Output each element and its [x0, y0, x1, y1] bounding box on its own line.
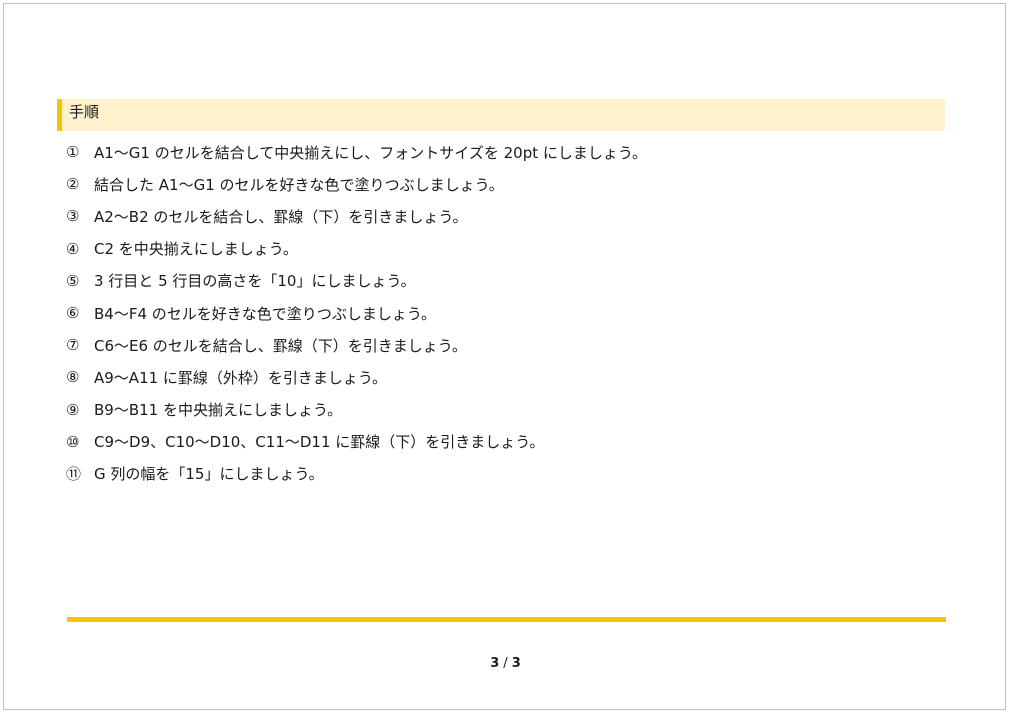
step-text: C2 を中央揃えにしましょう。 — [94, 240, 298, 259]
section-header: 手順 — [57, 99, 945, 131]
step-text: C6～E6 のセルを結合し、罫線（下）を引きましょう。 — [94, 336, 467, 355]
step-item-4: ④ C2 を中央揃えにしましょう。 — [66, 233, 647, 265]
step-number: ⑥ — [66, 304, 80, 323]
step-number: ⑩ — [66, 432, 80, 451]
step-item-1: ① A1～G1 のセルを結合して中央揃えにし、フォントサイズを 20pt にしま… — [66, 136, 647, 168]
step-item-10: ⑩ C9～D9、C10～D10、C11～D11 に罫線（下）を引きましょう。 — [66, 426, 647, 458]
page-number: 3/3 — [0, 656, 1011, 671]
step-text: 結合した A1～G1 のセルを好きな色で塗りつぶしましょう。 — [94, 175, 504, 194]
step-item-8: ⑧ A9～A11 に罫線（外枠）を引きましょう。 — [66, 361, 647, 393]
section-title: 手順 — [69, 103, 100, 121]
step-text: G 列の幅を「15」にしましょう。 — [94, 465, 324, 484]
step-number: ④ — [66, 239, 80, 258]
step-item-7: ⑦ C6～E6 のセルを結合し、罫線（下）を引きましょう。 — [66, 329, 647, 361]
page-separator: / — [503, 656, 508, 671]
step-item-5: ⑤ 3 行目と 5 行目の高さを「10」にしましょう。 — [66, 265, 647, 297]
footer-divider — [67, 617, 946, 622]
step-number: ⑧ — [66, 368, 80, 387]
step-item-6: ⑥ B4～F4 のセルを好きな色で塗りつぶしましょう。 — [66, 297, 647, 329]
current-page-number: 3 — [490, 656, 500, 671]
step-number: ① — [66, 143, 80, 162]
step-item-2: ② 結合した A1～G1 のセルを好きな色で塗りつぶしましょう。 — [66, 168, 647, 200]
step-number: ⑤ — [66, 271, 80, 290]
step-text: A2～B2 のセルを結合し、罫線（下）を引きましょう。 — [94, 207, 468, 226]
step-text: B4～F4 のセルを好きな色で塗りつぶしましょう。 — [94, 304, 437, 323]
step-item-9: ⑨ B9～B11 を中央揃えにしましょう。 — [66, 394, 647, 426]
step-number: ③ — [66, 207, 80, 226]
steps-list: ① A1～G1 のセルを結合して中央揃えにし、フォントサイズを 20pt にしま… — [66, 136, 647, 490]
step-number: ⑦ — [66, 336, 80, 355]
step-number: ⑪ — [66, 465, 82, 484]
total-page-count: 3 — [511, 656, 521, 671]
step-text: A9～A11 に罫線（外枠）を引きましょう。 — [94, 368, 388, 387]
step-text: B9～B11 を中央揃えにしましょう。 — [94, 401, 343, 420]
step-item-11: ⑪ G 列の幅を「15」にしましょう。 — [66, 458, 647, 490]
step-number: ② — [66, 175, 80, 194]
step-text: C9～D9、C10～D10、C11～D11 に罫線（下）を引きましょう。 — [94, 433, 545, 452]
step-item-3: ③ A2～B2 のセルを結合し、罫線（下）を引きましょう。 — [66, 200, 647, 232]
step-number: ⑨ — [66, 400, 80, 419]
step-text: 3 行目と 5 行目の高さを「10」にしましょう。 — [94, 272, 416, 291]
step-text: A1～G1 のセルを結合して中央揃えにし、フォントサイズを 20pt にしましょ… — [94, 143, 647, 162]
